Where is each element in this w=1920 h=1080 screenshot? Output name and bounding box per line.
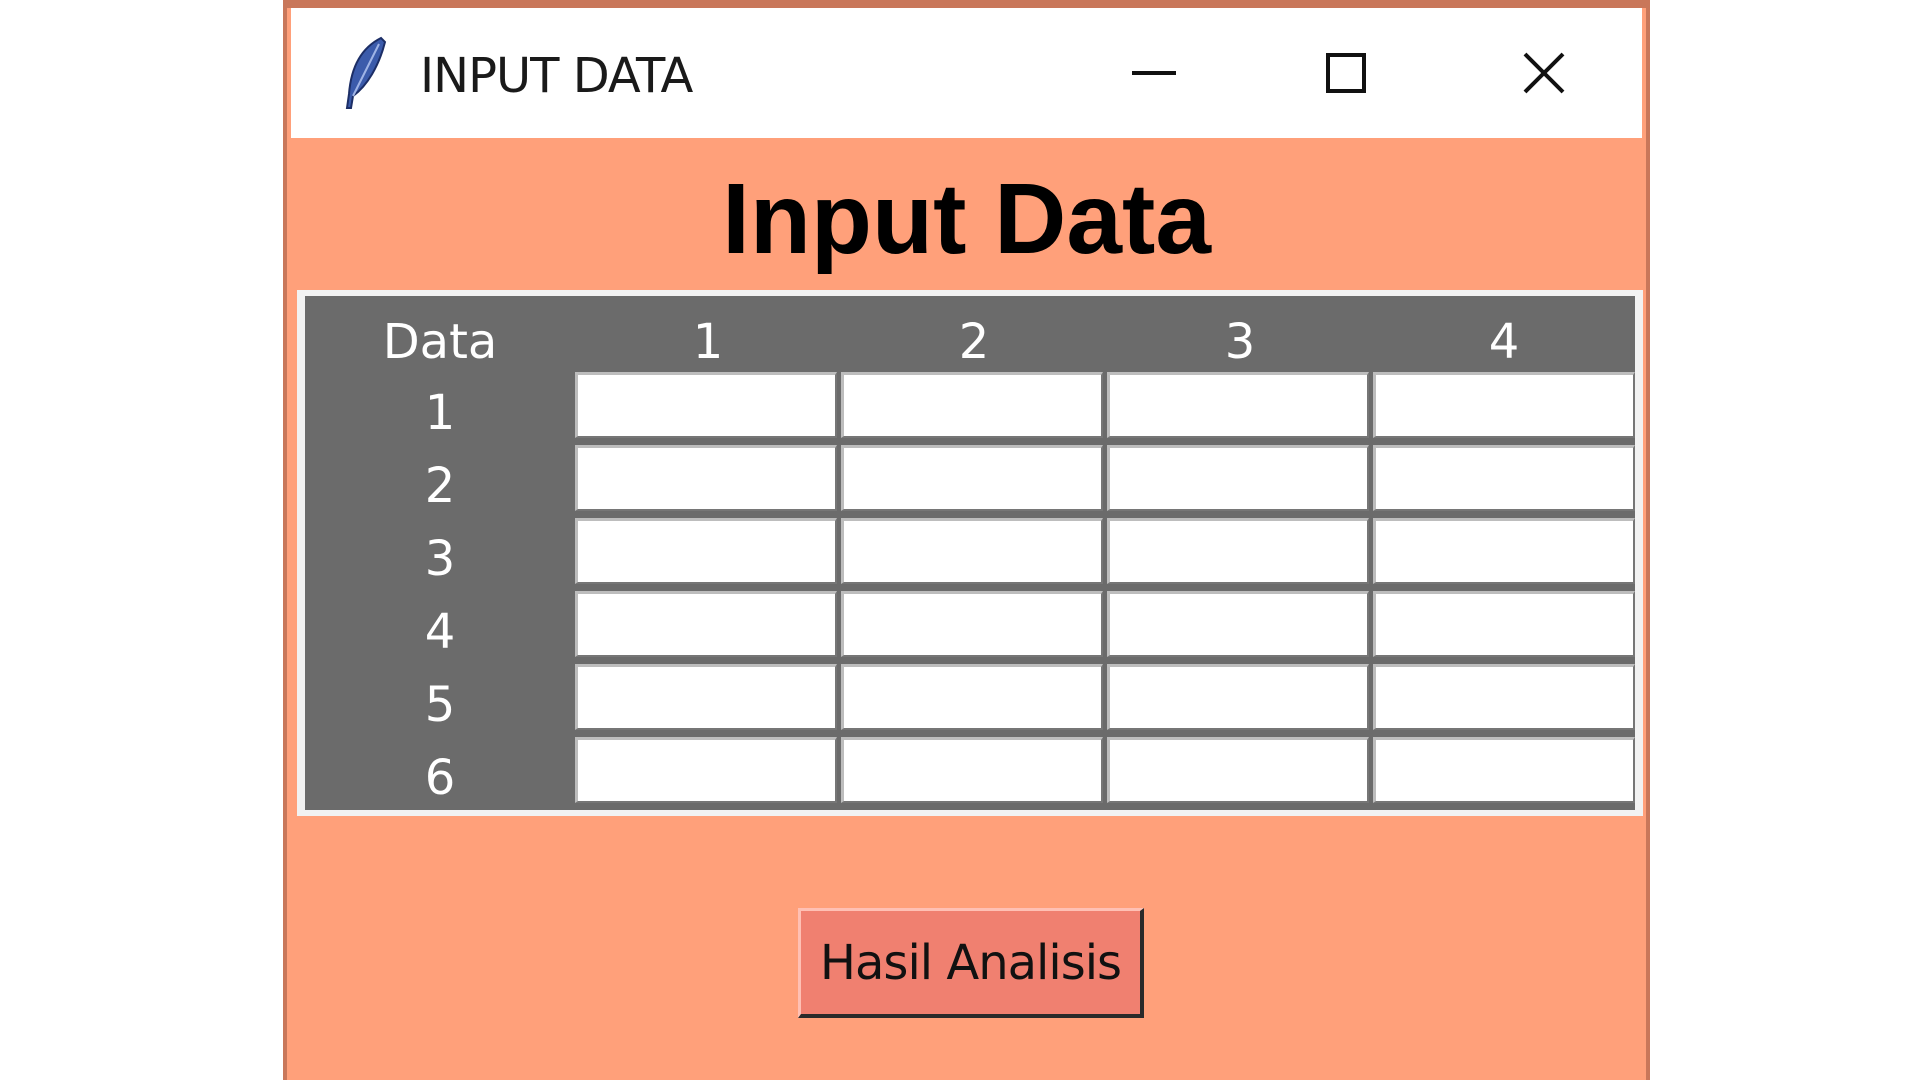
data-entry-r3-c3[interactable] (1107, 518, 1369, 584)
close-icon (1523, 52, 1565, 94)
column-header-2: 2 (958, 314, 990, 370)
data-entry-r6-c1[interactable] (575, 737, 837, 803)
data-table-body: Data 1 2 3 4 1 2 3 4 5 6 (305, 296, 1635, 810)
window-title: INPUT DATA (420, 48, 693, 104)
minimize-icon (1132, 71, 1176, 75)
column-header-1: 1 (692, 314, 724, 370)
feather-icon (345, 36, 387, 109)
data-entry-r3-c1[interactable] (575, 518, 837, 584)
column-header-4: 4 (1488, 314, 1520, 370)
data-entry-r6-c3[interactable] (1107, 737, 1369, 803)
data-entry-r5-c1[interactable] (575, 664, 837, 730)
title-bar[interactable]: INPUT DATA (291, 8, 1642, 138)
data-entry-r1-c4[interactable] (1373, 372, 1635, 438)
hasil-analisis-button[interactable]: Hasil Analisis (798, 908, 1144, 1018)
data-table: Data 1 2 3 4 1 2 3 4 5 6 (297, 290, 1643, 816)
window-top-border (287, 0, 1646, 8)
data-entry-r2-c2[interactable] (841, 445, 1103, 511)
row-label-5: 5 (424, 677, 456, 733)
data-entry-r1-c1[interactable] (575, 372, 837, 438)
data-entry-r6-c2[interactable] (841, 737, 1103, 803)
data-entry-r2-c1[interactable] (575, 445, 837, 511)
data-entry-r5-c3[interactable] (1107, 664, 1369, 730)
minimize-button[interactable] (1109, 28, 1199, 118)
data-entry-r4-c1[interactable] (575, 591, 837, 657)
data-entry-r2-c3[interactable] (1107, 445, 1369, 511)
row-label-2: 2 (424, 458, 456, 514)
page-title: Input Data (722, 163, 1211, 275)
data-entry-r5-c2[interactable] (841, 664, 1103, 730)
data-entry-r5-c4[interactable] (1373, 664, 1635, 730)
data-entry-r1-c3[interactable] (1107, 372, 1369, 438)
close-button[interactable] (1499, 28, 1589, 118)
data-entry-r6-c4[interactable] (1373, 737, 1635, 803)
data-entry-r1-c2[interactable] (841, 372, 1103, 438)
row-label-1: 1 (424, 385, 456, 441)
data-entry-r4-c2[interactable] (841, 591, 1103, 657)
data-entry-r4-c3[interactable] (1107, 591, 1369, 657)
column-header-3: 3 (1224, 314, 1256, 370)
data-entry-r3-c2[interactable] (841, 518, 1103, 584)
maximize-button[interactable] (1301, 28, 1391, 118)
corner-label: Data (382, 314, 498, 370)
data-entry-r2-c4[interactable] (1373, 445, 1635, 511)
maximize-icon (1326, 53, 1366, 93)
data-entry-r3-c4[interactable] (1373, 518, 1635, 584)
data-entry-r4-c4[interactable] (1373, 591, 1635, 657)
row-label-3: 3 (424, 531, 456, 587)
row-label-4: 4 (424, 604, 456, 660)
row-label-6: 6 (424, 750, 456, 806)
app-window: INPUT DATA Input Data Data 1 2 3 4 1 2 3… (283, 0, 1650, 1080)
